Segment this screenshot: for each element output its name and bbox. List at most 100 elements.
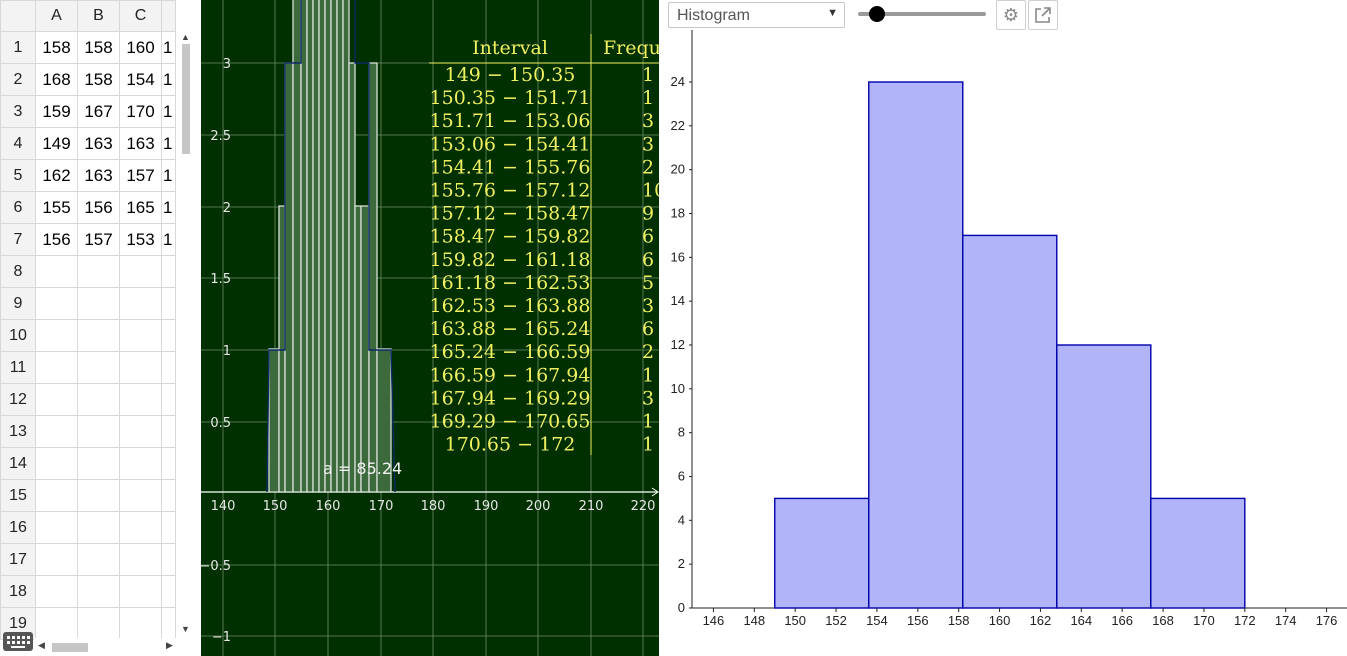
sheet-cell[interactable] bbox=[35, 511, 78, 544]
sheet-cell[interactable]: 170 bbox=[119, 95, 162, 128]
sheet-cell[interactable]: 167 bbox=[77, 95, 120, 128]
scroll-down-icon[interactable]: ▼ bbox=[181, 624, 190, 634]
sheet-cell[interactable] bbox=[119, 607, 162, 640]
sheet-cell[interactable]: 1 bbox=[161, 31, 176, 64]
sheet-cell[interactable]: 1 bbox=[161, 63, 176, 96]
column-header[interactable]: B bbox=[77, 0, 120, 32]
sheet-cell[interactable] bbox=[119, 415, 162, 448]
open-external-button[interactable] bbox=[1028, 0, 1058, 30]
sheet-cell[interactable] bbox=[77, 415, 120, 448]
sheet-cell[interactable]: 157 bbox=[77, 223, 120, 256]
row-header[interactable]: 10 bbox=[0, 319, 36, 352]
column-header[interactable] bbox=[161, 0, 176, 32]
sheet-cell[interactable]: 159 bbox=[35, 95, 78, 128]
scroll-up-icon[interactable]: ▲ bbox=[181, 32, 190, 42]
row-header[interactable]: 4 bbox=[0, 127, 36, 160]
sheet-cell[interactable]: 163 bbox=[77, 159, 120, 192]
sheet-cell[interactable] bbox=[119, 511, 162, 544]
bin-slider[interactable] bbox=[858, 6, 986, 22]
chart-type-select[interactable]: Histogram ▼ bbox=[668, 2, 845, 28]
row-header[interactable]: 16 bbox=[0, 511, 36, 544]
sheet-cell[interactable] bbox=[35, 319, 78, 352]
row-header[interactable]: 1 bbox=[0, 31, 36, 64]
sheet-cell[interactable]: 158 bbox=[77, 63, 120, 96]
sheet-cell[interactable] bbox=[161, 479, 176, 512]
column-header[interactable]: C bbox=[119, 0, 162, 32]
sheet-cell[interactable] bbox=[35, 415, 78, 448]
sheet-cell[interactable]: 165 bbox=[119, 191, 162, 224]
row-header[interactable]: 5 bbox=[0, 159, 36, 192]
sheet-cell[interactable]: 1 bbox=[161, 127, 176, 160]
sheet-cell[interactable] bbox=[119, 447, 162, 480]
sheet-cell[interactable] bbox=[77, 255, 120, 288]
sheet-cell[interactable] bbox=[119, 319, 162, 352]
sheet-cell[interactable] bbox=[119, 543, 162, 576]
scroll-left-icon[interactable]: ◀ bbox=[38, 640, 45, 651]
sheet-cell[interactable]: 158 bbox=[77, 31, 120, 64]
sheet-cell[interactable]: 168 bbox=[35, 63, 78, 96]
row-header[interactable]: 13 bbox=[0, 415, 36, 448]
sheet-cell[interactable] bbox=[77, 543, 120, 576]
sheet-cell[interactable]: 154 bbox=[119, 63, 162, 96]
sheet-cell[interactable] bbox=[35, 287, 78, 320]
row-header[interactable]: 12 bbox=[0, 383, 36, 416]
sheet-cell[interactable] bbox=[161, 383, 176, 416]
sheet-cell[interactable]: 1 bbox=[161, 223, 176, 256]
sheet-cell[interactable] bbox=[161, 447, 176, 480]
sheet-cell[interactable] bbox=[35, 383, 78, 416]
sheet-cell[interactable]: 157 bbox=[119, 159, 162, 192]
sheet-cell[interactable] bbox=[77, 351, 120, 384]
sheet-cell[interactable] bbox=[161, 575, 176, 608]
sheet-cell[interactable] bbox=[77, 607, 120, 640]
sheet-cell[interactable] bbox=[77, 511, 120, 544]
sheet-cell[interactable]: 155 bbox=[35, 191, 78, 224]
scroll-right-icon[interactable]: ▶ bbox=[166, 640, 173, 651]
sheet-cell[interactable]: 158 bbox=[35, 31, 78, 64]
sheet-cell[interactable] bbox=[119, 287, 162, 320]
sheet-cell[interactable]: 1 bbox=[161, 95, 176, 128]
row-header[interactable]: 11 bbox=[0, 351, 36, 384]
sheet-cell[interactable]: 1 bbox=[161, 191, 176, 224]
sheet-cell[interactable] bbox=[77, 447, 120, 480]
sheet-cell[interactable] bbox=[161, 607, 176, 640]
row-header[interactable]: 2 bbox=[0, 63, 36, 96]
sheet-cell[interactable] bbox=[77, 575, 120, 608]
sheet-cell[interactable]: 1 bbox=[161, 159, 176, 192]
slider-knob[interactable] bbox=[869, 6, 885, 22]
sheet-cell[interactable] bbox=[35, 543, 78, 576]
corner-cell[interactable] bbox=[0, 0, 36, 32]
row-header[interactable]: 3 bbox=[0, 95, 36, 128]
sheet-cell[interactable] bbox=[161, 543, 176, 576]
sheet-cell[interactable]: 156 bbox=[77, 191, 120, 224]
sheet-cell[interactable]: 163 bbox=[119, 127, 162, 160]
row-header[interactable]: 6 bbox=[0, 191, 36, 224]
sheet-cell[interactable]: 156 bbox=[35, 223, 78, 256]
sheet-cell[interactable] bbox=[119, 383, 162, 416]
sheet-cell[interactable] bbox=[35, 479, 78, 512]
sheet-cell[interactable]: 160 bbox=[119, 31, 162, 64]
sheet-cell[interactable] bbox=[35, 447, 78, 480]
sheet-cell[interactable] bbox=[161, 415, 176, 448]
sheet-cell[interactable] bbox=[35, 607, 78, 640]
row-header[interactable]: 8 bbox=[0, 255, 36, 288]
sheet-cell[interactable] bbox=[35, 255, 78, 288]
sheet-cell[interactable] bbox=[35, 575, 78, 608]
column-header[interactable]: A bbox=[35, 0, 78, 32]
keyboard-icon[interactable] bbox=[3, 632, 33, 651]
scroll-thumb[interactable] bbox=[182, 44, 190, 154]
sheet-cell[interactable]: 163 bbox=[77, 127, 120, 160]
sheet-cell[interactable]: 153 bbox=[119, 223, 162, 256]
row-header[interactable]: 14 bbox=[0, 447, 36, 480]
sheet-cell[interactable] bbox=[119, 351, 162, 384]
sheet-cell[interactable] bbox=[161, 511, 176, 544]
sheet-cell[interactable] bbox=[77, 319, 120, 352]
sheet-cell[interactable]: 162 bbox=[35, 159, 78, 192]
graphics-canvas[interactable]: 140 150 160 170 180 190 200 210 22032.521.510.5−… bbox=[201, 0, 659, 656]
sheet-cell[interactable] bbox=[77, 383, 120, 416]
row-header[interactable]: 17 bbox=[0, 543, 36, 576]
sheet-cell[interactable] bbox=[119, 575, 162, 608]
sheet-cell[interactable] bbox=[35, 351, 78, 384]
sheet-cell[interactable] bbox=[161, 287, 176, 320]
sheet-cell[interactable] bbox=[77, 479, 120, 512]
sheet-cell[interactable] bbox=[119, 255, 162, 288]
